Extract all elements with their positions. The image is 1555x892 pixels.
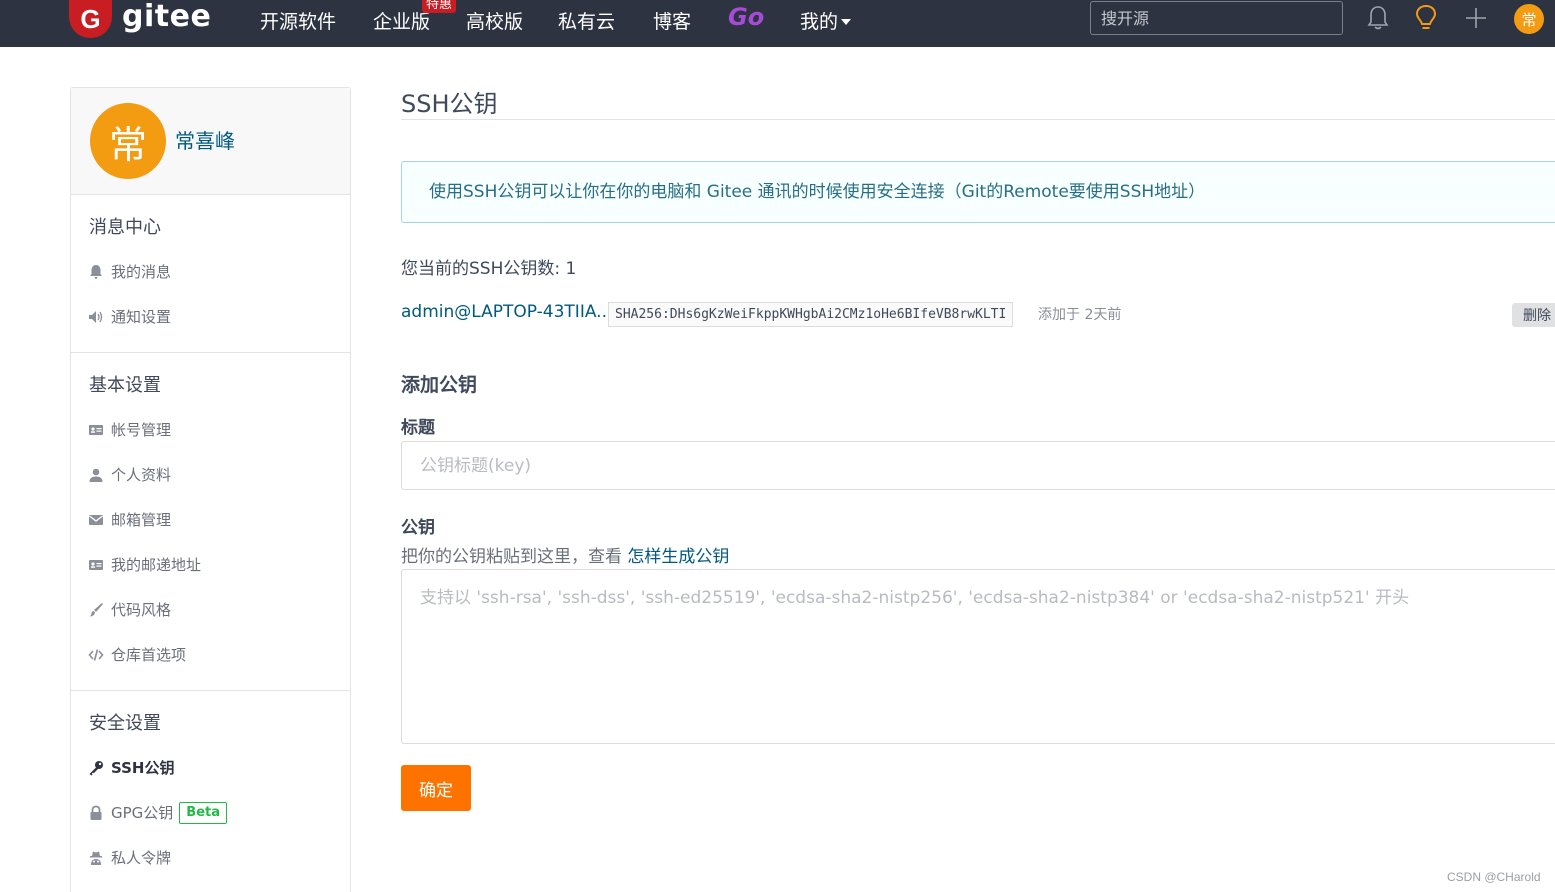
sidebar-item-label: 邮箱管理: [111, 511, 172, 529]
section-title: 安全设置: [89, 713, 161, 734]
lock-icon: [90, 805, 102, 820]
search-input[interactable]: [1090, 1, 1343, 35]
delete-key-button[interactable]: 删除: [1512, 303, 1555, 327]
sidebar-item-label: 私人令牌: [111, 849, 172, 867]
gitee-logo-text[interactable]: gitee: [122, 0, 211, 34]
sidebar-item-ssh-keys[interactable]: SSH公钥: [71, 746, 350, 791]
sidebar-item-label: SSH公钥: [111, 759, 175, 777]
user-avatar[interactable]: 常: [1514, 4, 1544, 34]
add-key-heading: 添加公钥: [401, 374, 478, 396]
sidebar-item-repo-preferences[interactable]: 仓库首选项: [71, 633, 350, 678]
sidebar-item-label: 仓库首选项: [111, 646, 187, 664]
sidebar-item-label: 个人资料: [111, 466, 172, 484]
bell-icon: [90, 265, 102, 279]
section-title: 消息中心: [89, 217, 161, 238]
sidebar-item-label: 我的消息: [111, 263, 172, 281]
section-security-settings: 安全设置 SSH公钥 GPG公钥 Beta 私人令牌: [71, 691, 350, 892]
nav-open-source[interactable]: 开源软件: [260, 7, 336, 34]
key-field-label: 公钥: [401, 518, 435, 538]
spy-icon: [90, 851, 102, 865]
lightbulb-icon[interactable]: [1413, 4, 1439, 32]
watermark: CSDN @CHarold: [1447, 870, 1541, 884]
sidebar-item-code-style[interactable]: 代码风格: [71, 588, 350, 633]
ssh-key-count: 您当前的SSH公钥数: 1: [401, 259, 577, 279]
nav-private-cloud[interactable]: 私有云: [558, 7, 615, 34]
avatar[interactable]: 常: [90, 103, 166, 179]
how-to-generate-key-link[interactable]: 怎样生成公钥: [627, 547, 729, 567]
id-card-icon: [89, 560, 103, 570]
sidebar-item-notification-settings[interactable]: 通知设置: [71, 295, 350, 340]
code-icon: [88, 649, 104, 661]
sidebar-item-email[interactable]: 邮箱管理: [71, 498, 350, 543]
sidebar-item-gpg-keys[interactable]: GPG公钥 Beta: [71, 791, 350, 836]
ssh-key-name-link[interactable]: admin@LAPTOP-43TIIA...: [401, 302, 612, 322]
divider: [401, 119, 1555, 120]
sidebar-item-label: 通知设置: [111, 308, 172, 326]
sidebar-item-label: 帐号管理: [111, 421, 172, 439]
section-message-center: 消息中心 我的消息 通知设置: [71, 195, 350, 353]
confirm-button[interactable]: 确定: [401, 765, 471, 811]
user-icon: [89, 468, 103, 482]
ssh-key-added-time: 添加于 2天前: [1038, 307, 1122, 323]
envelope-icon: [89, 515, 103, 525]
key-hint: 把你的公钥粘贴到这里，查看 怎样生成公钥: [401, 542, 729, 567]
top-navbar: G gitee 开源软件 企业版 特惠 高校版 私有云 博客 Go 我的 常: [0, 0, 1555, 47]
sidebar-item-personal-tokens[interactable]: 私人令牌: [71, 836, 350, 881]
id-card-icon: [89, 425, 103, 435]
nav-mine-dropdown[interactable]: 我的: [800, 7, 852, 34]
promo-badge: 特惠: [422, 0, 457, 13]
chevron-down-icon: [841, 19, 852, 25]
nav-education[interactable]: 高校版: [466, 7, 523, 34]
section-basic-settings: 基本设置 帐号管理 个人资料 邮箱管理 我的邮递地址 代码风格 仓库首选项: [71, 353, 350, 691]
gitee-logo-icon[interactable]: G: [69, 0, 112, 38]
key-icon: [89, 761, 103, 776]
sidebar-item-postal-address[interactable]: 我的邮递地址: [71, 543, 350, 588]
sidebar-item-label: 代码风格: [111, 601, 172, 619]
page-title: SSH公钥: [401, 90, 498, 118]
info-message: 使用SSH公钥可以让你在你的电脑和 Gitee 通讯的时候使用安全连接（Git的…: [401, 161, 1555, 223]
key-title-input[interactable]: [401, 441, 1555, 490]
ssh-key-fingerprint: SHA256:DHs6gKzWeiFkppKWHgbAi2CMz1oHe6BIf…: [608, 302, 1014, 327]
nav-blog[interactable]: 博客: [653, 7, 691, 34]
nav-go[interactable]: Go: [728, 3, 764, 31]
nav-mine-label: 我的: [800, 11, 839, 33]
bell-icon[interactable]: [1365, 4, 1391, 32]
public-key-textarea[interactable]: [401, 569, 1555, 744]
volume-icon: [89, 311, 103, 323]
title-field-label: 标题: [401, 418, 435, 438]
key-hint-text: 把你的公钥粘贴到这里，查看: [401, 547, 628, 567]
sidebar-item-label: 我的邮递地址: [111, 556, 202, 574]
settings-sidebar: 常 常喜峰 消息中心 我的消息 通知设置 基本设置 帐号管理 个人资料 邮箱管理: [70, 87, 351, 892]
paint-brush-icon: [90, 603, 103, 617]
plus-icon[interactable]: [1463, 4, 1489, 32]
sidebar-item-account[interactable]: 帐号管理: [71, 408, 350, 453]
sidebar-item-my-messages[interactable]: 我的消息: [71, 250, 350, 295]
section-title: 基本设置: [89, 375, 161, 396]
profile-card: 常 常喜峰: [71, 88, 350, 195]
beta-badge: Beta: [179, 802, 228, 824]
sidebar-item-profile[interactable]: 个人资料: [71, 453, 350, 498]
profile-name-link[interactable]: 常喜峰: [175, 125, 235, 154]
sidebar-item-label: GPG公钥: [111, 804, 174, 822]
